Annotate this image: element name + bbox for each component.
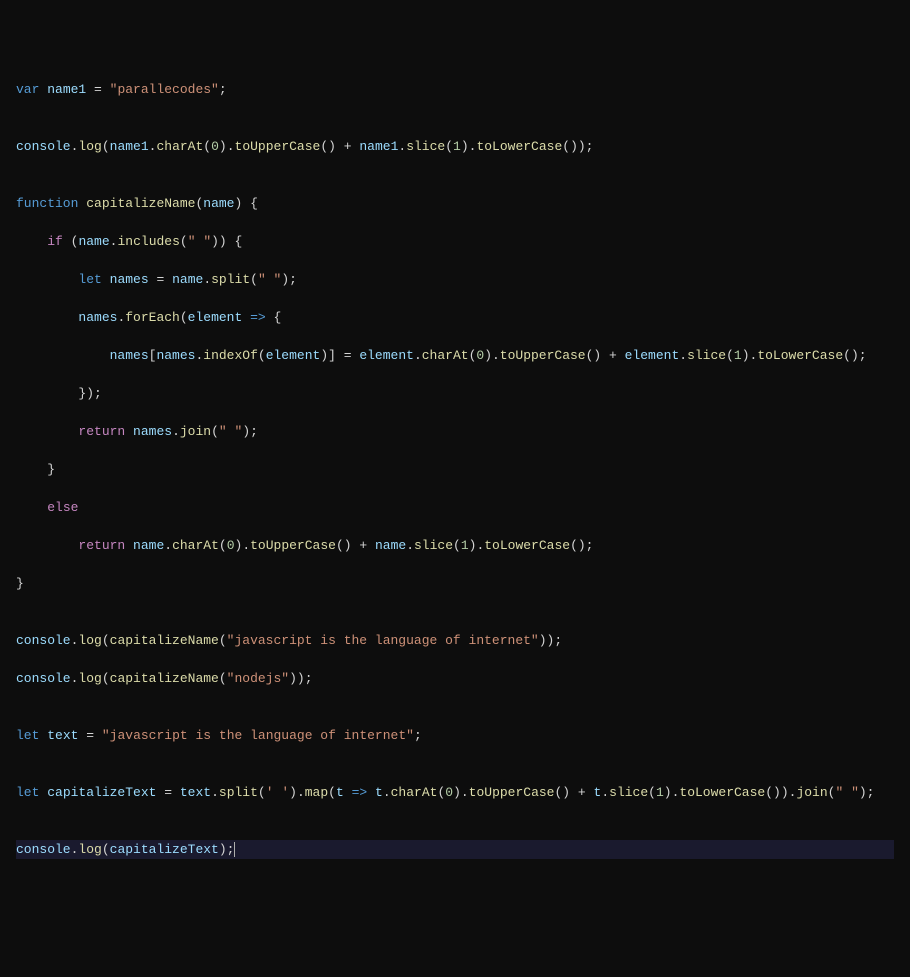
code-line: });	[16, 384, 894, 403]
code-line: console.log(name1.charAt(0).toUpperCase(…	[16, 137, 894, 156]
code-line: }	[16, 460, 894, 479]
code-line-active: console.log(capitalizeText);	[16, 840, 894, 859]
code-line: function capitalizeName(name) {	[16, 194, 894, 213]
code-line: return names.join(" ");	[16, 422, 894, 441]
code-line: return name.charAt(0).toUpperCase() + na…	[16, 536, 894, 555]
code-line: let capitalizeText = text.split(' ').map…	[16, 783, 894, 802]
code-line: console.log(capitalizeName("javascript i…	[16, 631, 894, 650]
code-line: console.log(capitalizeName("nodejs"));	[16, 669, 894, 688]
code-line: var name1 = "parallecodes";	[16, 80, 894, 99]
code-editor[interactable]: var name1 = "parallecodes"; console.log(…	[16, 80, 894, 878]
code-line: let text = "javascript is the language o…	[16, 726, 894, 745]
code-line: let names = name.split(" ");	[16, 270, 894, 289]
code-line: names[names.indexOf(element)] = element.…	[16, 346, 894, 365]
code-line: if (name.includes(" ")) {	[16, 232, 894, 251]
code-line: else	[16, 498, 894, 517]
code-line: names.forEach(element => {	[16, 308, 894, 327]
cursor-icon	[234, 842, 235, 857]
code-line: }	[16, 574, 894, 593]
